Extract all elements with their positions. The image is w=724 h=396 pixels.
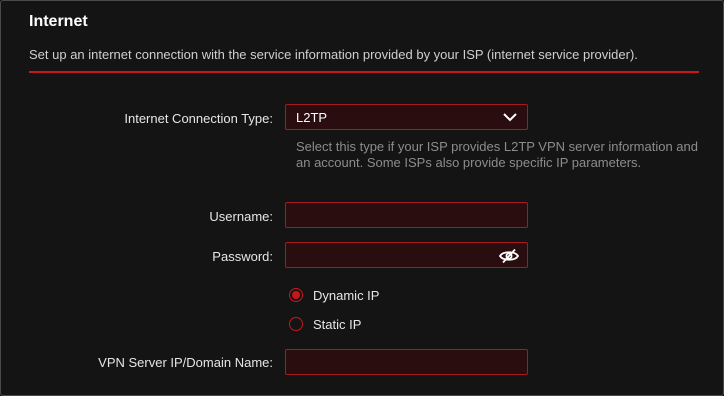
vpn-server-label: VPN Server IP/Domain Name: (98, 355, 273, 370)
vpn-server-field-wrapper (285, 349, 528, 375)
section-title: Internet (29, 13, 88, 30)
dynamic-ip-option[interactable]: Dynamic IP (289, 286, 379, 304)
username-field[interactable] (286, 203, 527, 227)
section-description: Set up an internet connection with the s… (29, 47, 638, 62)
connection-type-help: Select this type if your ISP provides L2… (296, 139, 698, 170)
connection-type-value: L2TP (296, 110, 328, 125)
connection-type-label: Internet Connection Type: (124, 111, 273, 126)
username-label: Username: (209, 209, 273, 224)
section-divider (29, 71, 699, 73)
password-field-wrapper (285, 242, 528, 268)
chevron-down-icon (503, 113, 517, 122)
password-label: Password: (212, 249, 273, 264)
static-ip-label: Static IP (313, 316, 362, 332)
eye-slash-icon[interactable] (499, 248, 519, 264)
static-ip-option[interactable]: Static IP (289, 315, 361, 333)
internet-panel: Internet Set up an internet connection w… (0, 0, 724, 396)
dynamic-ip-radio[interactable] (289, 288, 303, 302)
connection-type-select[interactable]: L2TP (285, 104, 528, 130)
static-ip-radio[interactable] (289, 317, 303, 331)
dynamic-ip-label: Dynamic IP (313, 287, 380, 303)
username-field-wrapper (285, 202, 528, 228)
password-field[interactable] (286, 243, 527, 267)
vpn-server-field[interactable] (286, 350, 527, 374)
